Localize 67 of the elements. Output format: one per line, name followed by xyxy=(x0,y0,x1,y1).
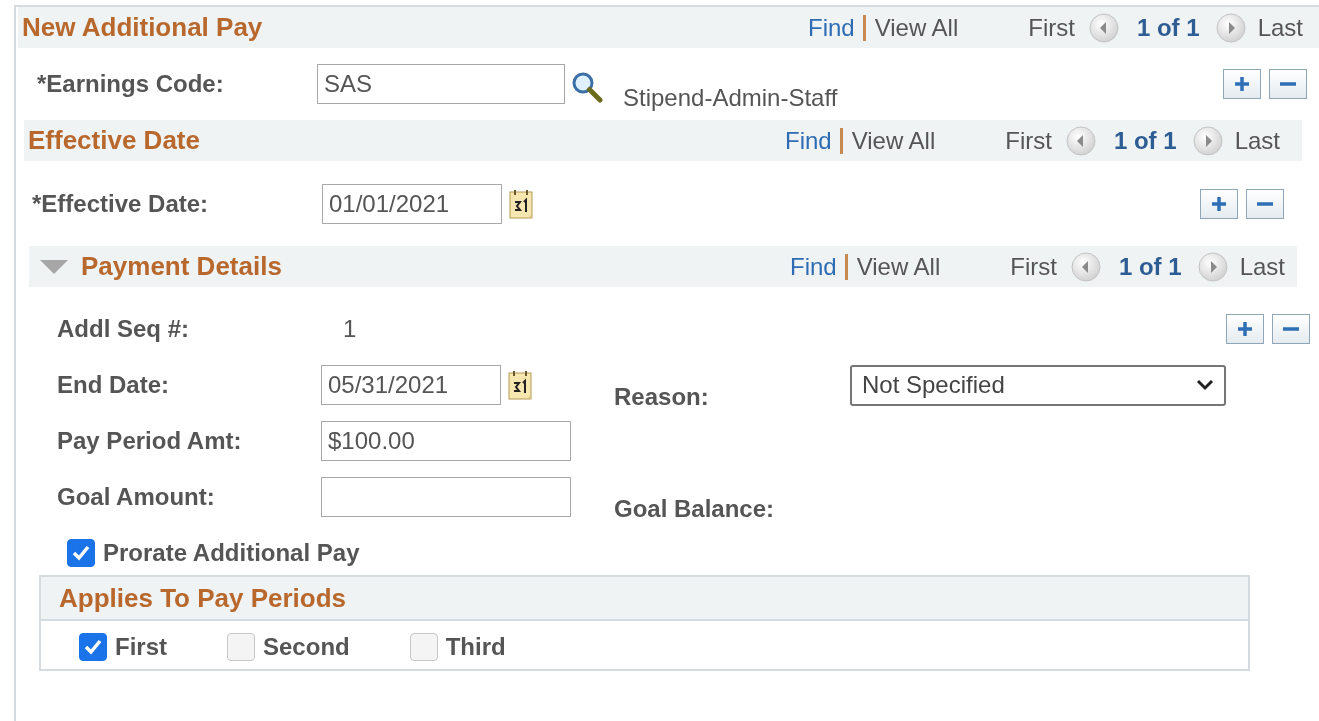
next-button[interactable] xyxy=(1197,251,1228,282)
field-label: End Date: xyxy=(57,371,170,399)
view-all-link[interactable]: View All xyxy=(856,252,941,281)
page-count: 1 of 1 xyxy=(1113,126,1177,155)
previous-button[interactable] xyxy=(1065,125,1096,156)
plus-icon xyxy=(1236,320,1254,338)
add-row-button[interactable] xyxy=(1200,188,1238,219)
delete-row-button[interactable] xyxy=(1269,69,1307,99)
checkbox[interactable] xyxy=(227,633,255,661)
page-count: 1 of 1 xyxy=(1136,13,1200,42)
view-all-link[interactable]: View All xyxy=(874,13,959,42)
minus-icon xyxy=(1257,201,1273,206)
section-title: Payment Details xyxy=(81,251,282,282)
checkbox-label: Prorate Additional Pay xyxy=(103,539,360,567)
field-label: Goal Balance: xyxy=(614,495,776,523)
section-title: New Additional Pay xyxy=(22,12,263,43)
next-button[interactable] xyxy=(1192,125,1223,156)
page-count: 1 of 1 xyxy=(1118,252,1182,281)
plus-icon xyxy=(1210,194,1228,213)
previous-button[interactable] xyxy=(1070,251,1101,282)
field-value: 1 xyxy=(343,315,357,343)
date-field[interactable]: 01/01/2021 xyxy=(322,183,502,224)
first-label: First xyxy=(1010,252,1057,281)
previous-button[interactable] xyxy=(1088,12,1119,43)
field-label: Reason: xyxy=(614,383,710,411)
reason-dropdown[interactable]: Not Specified xyxy=(850,364,1226,406)
date-field[interactable]: 05/31/2021 xyxy=(321,365,501,405)
search-icon[interactable] xyxy=(571,71,603,103)
view-all-link[interactable]: View All xyxy=(851,126,936,155)
checkbox[interactable] xyxy=(79,633,107,661)
last-label: Last xyxy=(1257,13,1303,42)
checkmark-icon xyxy=(83,637,103,657)
field-label: Pay Period Amt: xyxy=(57,427,243,455)
minus-icon xyxy=(1280,82,1296,86)
find-link[interactable]: Find xyxy=(790,252,837,281)
panel-title: Applies To Pay Periods xyxy=(41,577,1248,621)
last-label: Last xyxy=(1239,252,1285,281)
checkbox[interactable] xyxy=(409,633,438,661)
first-label: First xyxy=(1005,126,1052,155)
delete-row-button[interactable] xyxy=(1272,314,1310,344)
find-link[interactable]: Find xyxy=(785,126,832,155)
last-label: Last xyxy=(1234,126,1280,155)
add-row-button[interactable] xyxy=(1223,69,1261,99)
text-field[interactable] xyxy=(321,477,571,517)
checkmark-icon xyxy=(71,543,91,563)
text-field[interactable]: $100.00 xyxy=(321,421,571,461)
calendar-icon[interactable] xyxy=(507,369,535,401)
first-label: First xyxy=(1028,13,1075,42)
add-row-button[interactable] xyxy=(1226,314,1264,344)
minus-icon xyxy=(1283,327,1299,331)
calendar-icon[interactable] xyxy=(508,187,536,220)
section-title: Effective Date xyxy=(28,125,200,156)
field-label: Goal Amount: xyxy=(57,483,216,511)
checkbox-label: Third xyxy=(445,633,506,661)
text-field[interactable]: SAS xyxy=(317,64,565,104)
next-button[interactable] xyxy=(1215,12,1246,43)
checkbox-label: First xyxy=(115,633,167,661)
field-label: Addl Seq #: xyxy=(57,315,190,343)
chevron-icon xyxy=(1196,379,1214,391)
plus-icon xyxy=(1233,75,1251,93)
checkbox[interactable] xyxy=(67,539,95,567)
field-label: *Effective Date: xyxy=(32,189,210,218)
field-label: *Earnings Code: xyxy=(37,70,225,98)
field-description: Stipend-Admin-Staff xyxy=(623,84,838,112)
find-link[interactable]: Find xyxy=(808,13,855,42)
checkbox-label: Second xyxy=(263,633,350,661)
delete-row-button[interactable] xyxy=(1246,188,1284,219)
